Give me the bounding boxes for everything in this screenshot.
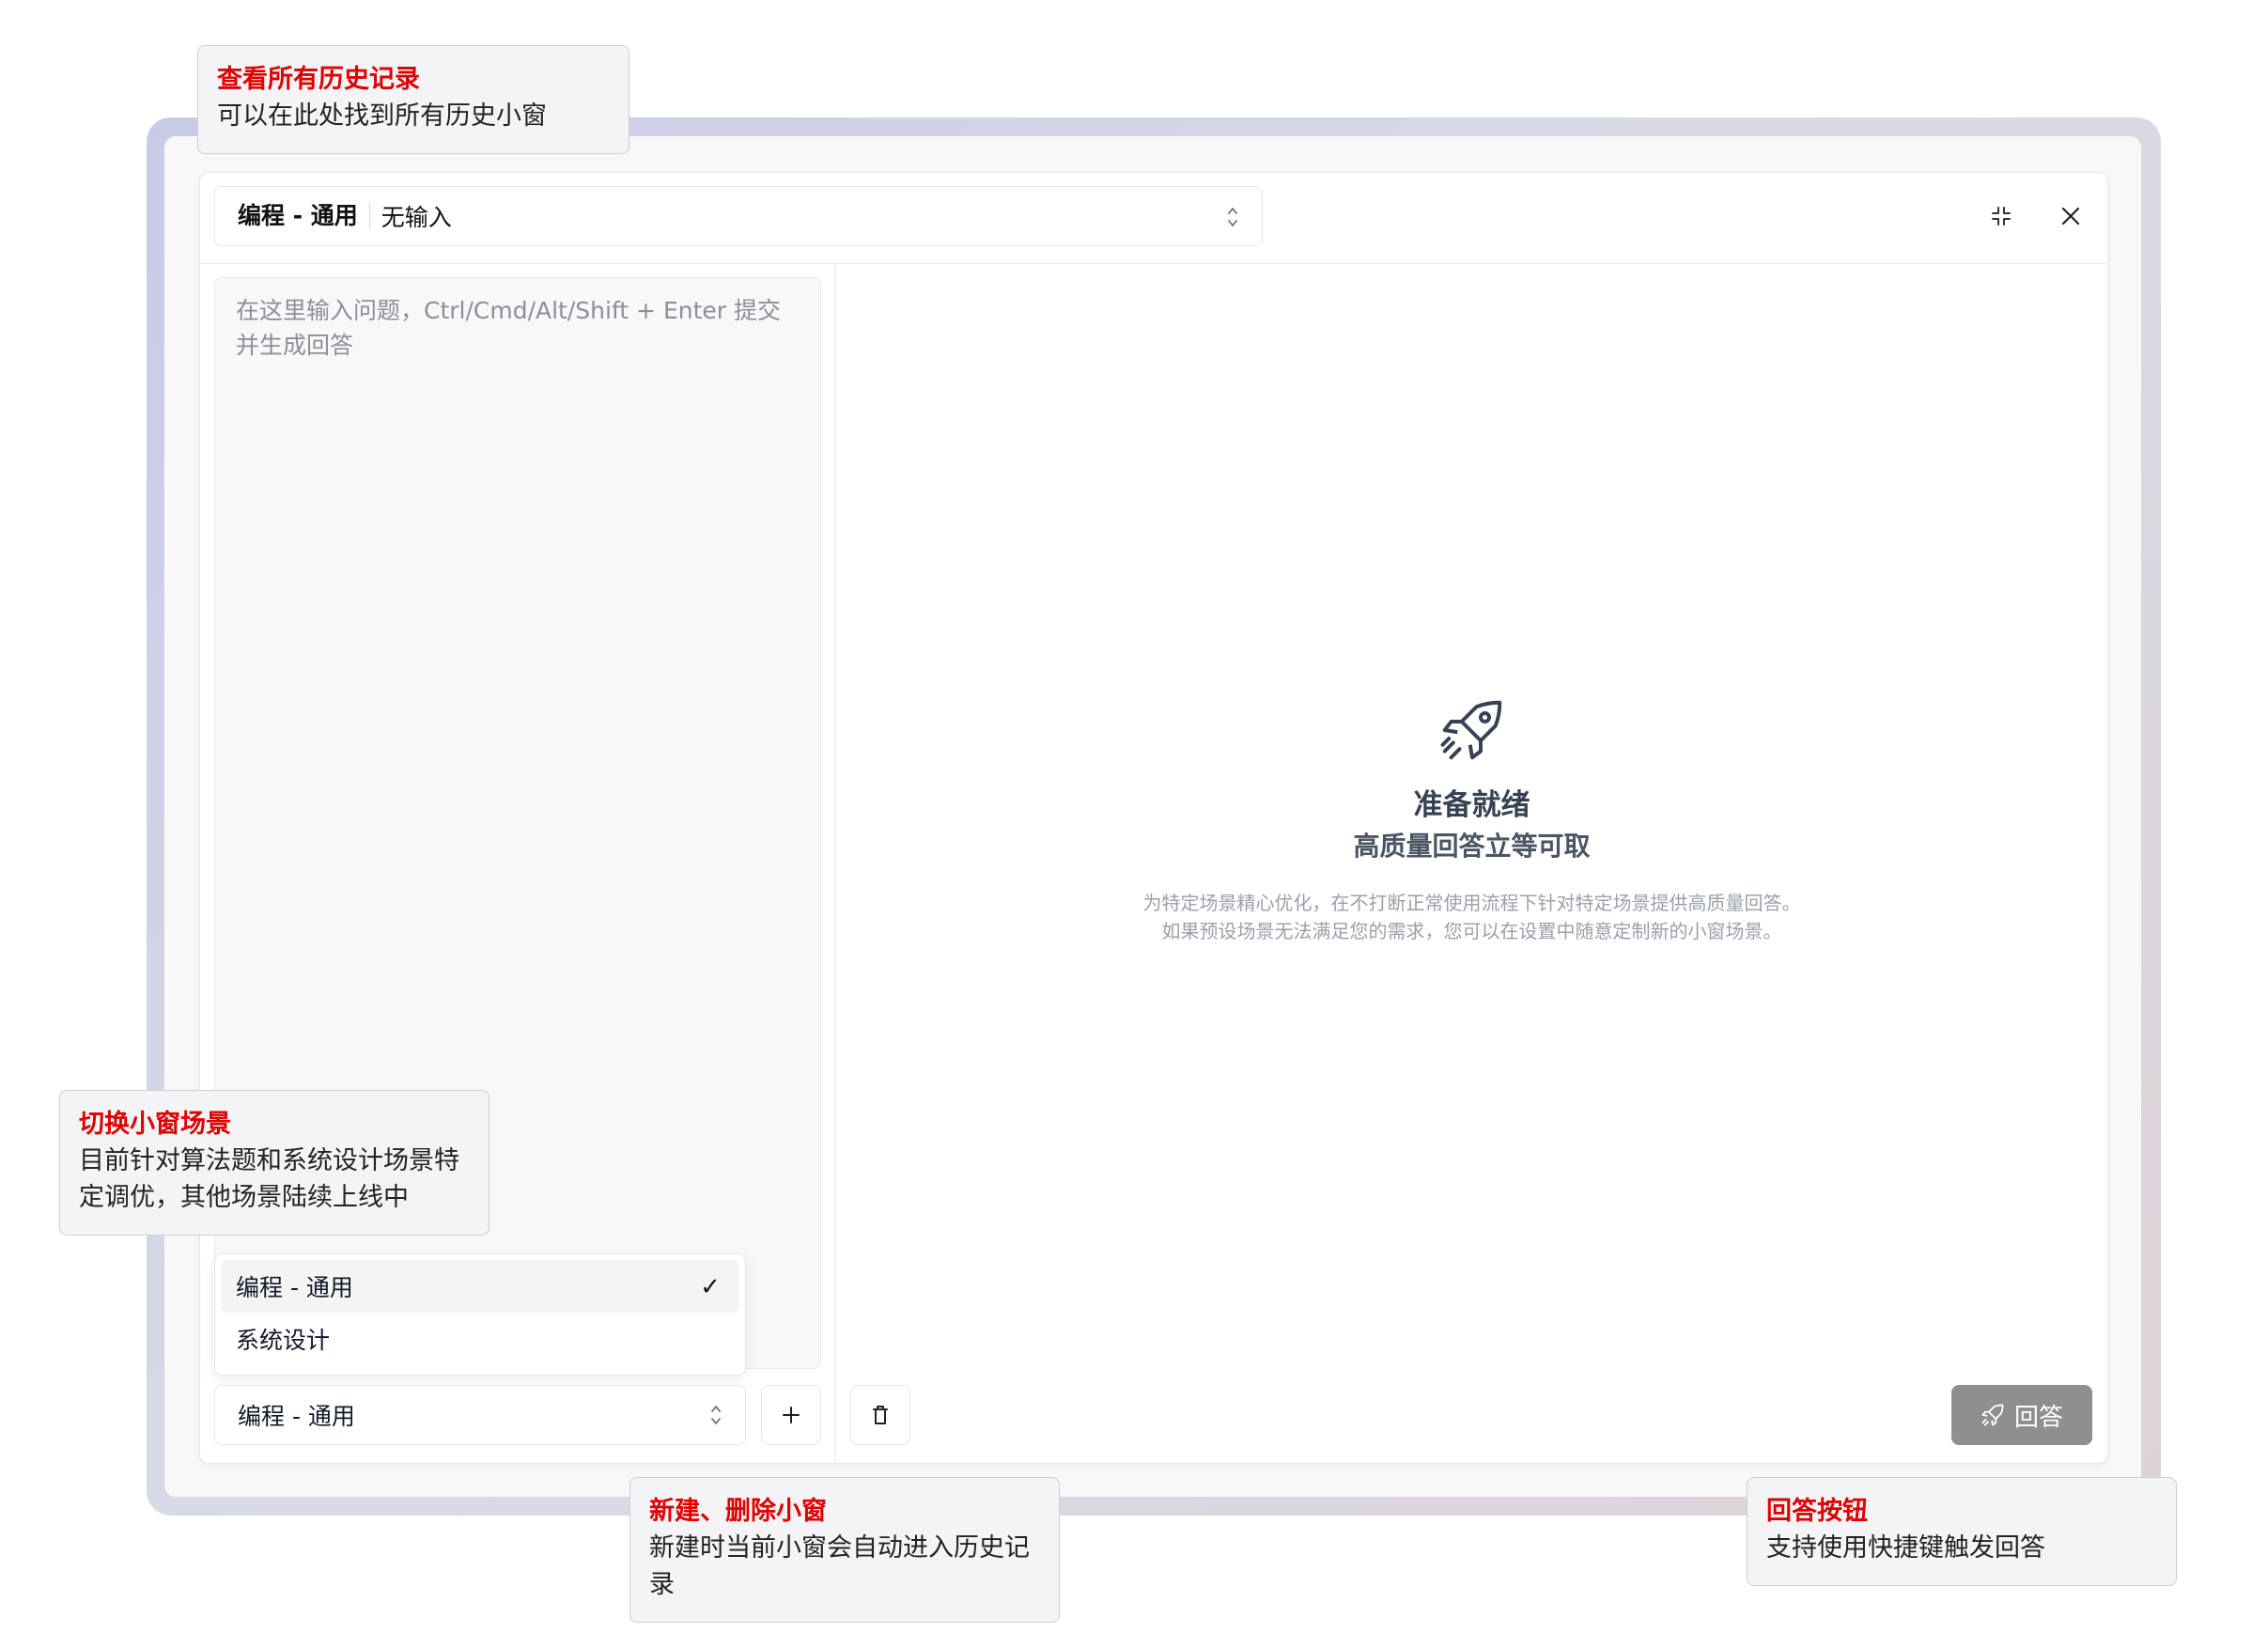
collapse-button[interactable]	[1982, 197, 2020, 235]
callout-desc: 目前针对算法题和系统设计场景特定调优，其他场景陆续上线中	[79, 1146, 459, 1212]
rocket-icon	[1440, 700, 1501, 760]
callout-title: 查看所有历史记录	[217, 65, 420, 94]
answer-button-label: 回答	[2013, 1403, 2063, 1432]
callout-title: 切换小窗场景	[79, 1110, 231, 1139]
scene-name: 编程 - 通用	[238, 202, 370, 230]
empty-state-title: 准备就绪	[1413, 788, 1530, 822]
callout-scene: 切换小窗场景 目前针对算法题和系统设计场景特定调优，其他场景陆续上线中	[59, 1090, 489, 1236]
scene-option-system-design[interactable]: 系统设计	[221, 1313, 739, 1365]
callout-answer: 回答按钮 支持使用快捷键触发回答	[1747, 1477, 2177, 1586]
close-icon	[2061, 207, 2080, 226]
top-bar: 编程 - 通用 无输入	[200, 173, 2107, 264]
answer-pane: 准备就绪 高质量回答立等可取 为特定场景精心优化，在不打断正常使用流程下针对特定…	[836, 264, 2107, 1463]
callout-history: 查看所有历史记录 可以在此处找到所有历史小窗	[197, 45, 629, 154]
callout-desc: 支持使用快捷键触发回答	[1766, 1533, 2045, 1563]
scene-option-general[interactable]: 编程 - 通用 ✓	[221, 1260, 739, 1313]
trash-icon	[873, 1406, 888, 1424]
scene-dropdown-menu: 编程 - 通用 ✓ 系统设计	[214, 1253, 746, 1376]
collapse-arrows-icon	[1992, 207, 2011, 226]
scene-option-label: 系统设计	[236, 1327, 331, 1354]
callout-title: 回答按钮	[1766, 1497, 1868, 1526]
scene-select[interactable]: 编程 - 通用	[214, 1385, 746, 1445]
input-pane: 编程 - 通用 ✓ 系统设计 编程 - 通用	[200, 264, 836, 1463]
close-button[interactable]	[2052, 197, 2089, 235]
chevron-up-down-icon	[711, 1406, 721, 1424]
callout-desc: 可以在此处找到所有历史小窗	[217, 101, 547, 131]
empty-state-subtitle: 高质量回答立等可取	[1353, 831, 1591, 862]
scene-select-value: 编程 - 通用	[238, 1403, 355, 1430]
callout-desc: 新建时当前小窗会自动进入历史记录	[649, 1533, 1030, 1599]
scene-option-label: 编程 - 通用	[236, 1274, 353, 1301]
new-window-button[interactable]	[761, 1385, 821, 1445]
empty-state-desc-line2: 如果预设场景无法满足您的需求，您可以在设置中随意定制新的小窗场景。	[1161, 920, 1782, 942]
rocket-icon	[1981, 1404, 2004, 1426]
empty-state-icon-wrap	[836, 696, 2107, 768]
scene-input-summary: 无输入	[381, 204, 452, 231]
plus-icon	[783, 1407, 800, 1423]
empty-state-description: 为特定场景精心优化，在不打断正常使用流程下针对特定场景提供高质量回答。 如果预设…	[836, 889, 2107, 945]
history-scene-select[interactable]: 编程 - 通用 无输入	[214, 186, 1263, 246]
delete-window-button[interactable]	[850, 1385, 910, 1445]
chevron-up-down-icon	[1228, 208, 1237, 226]
check-icon: ✓	[700, 1273, 721, 1301]
chat-window: 编程 - 通用 无输入 编程 - 通用 ✓ 系统设计	[199, 172, 2108, 1464]
callout-title: 新建、删除小窗	[649, 1497, 827, 1526]
empty-state-desc-line1: 为特定场景精心优化，在不打断正常使用流程下针对特定场景提供高质量回答。	[1142, 892, 1801, 914]
callout-new-delete: 新建、删除小窗 新建时当前小窗会自动进入历史记录	[629, 1477, 1060, 1623]
answer-button[interactable]: 回答	[1951, 1385, 2092, 1445]
